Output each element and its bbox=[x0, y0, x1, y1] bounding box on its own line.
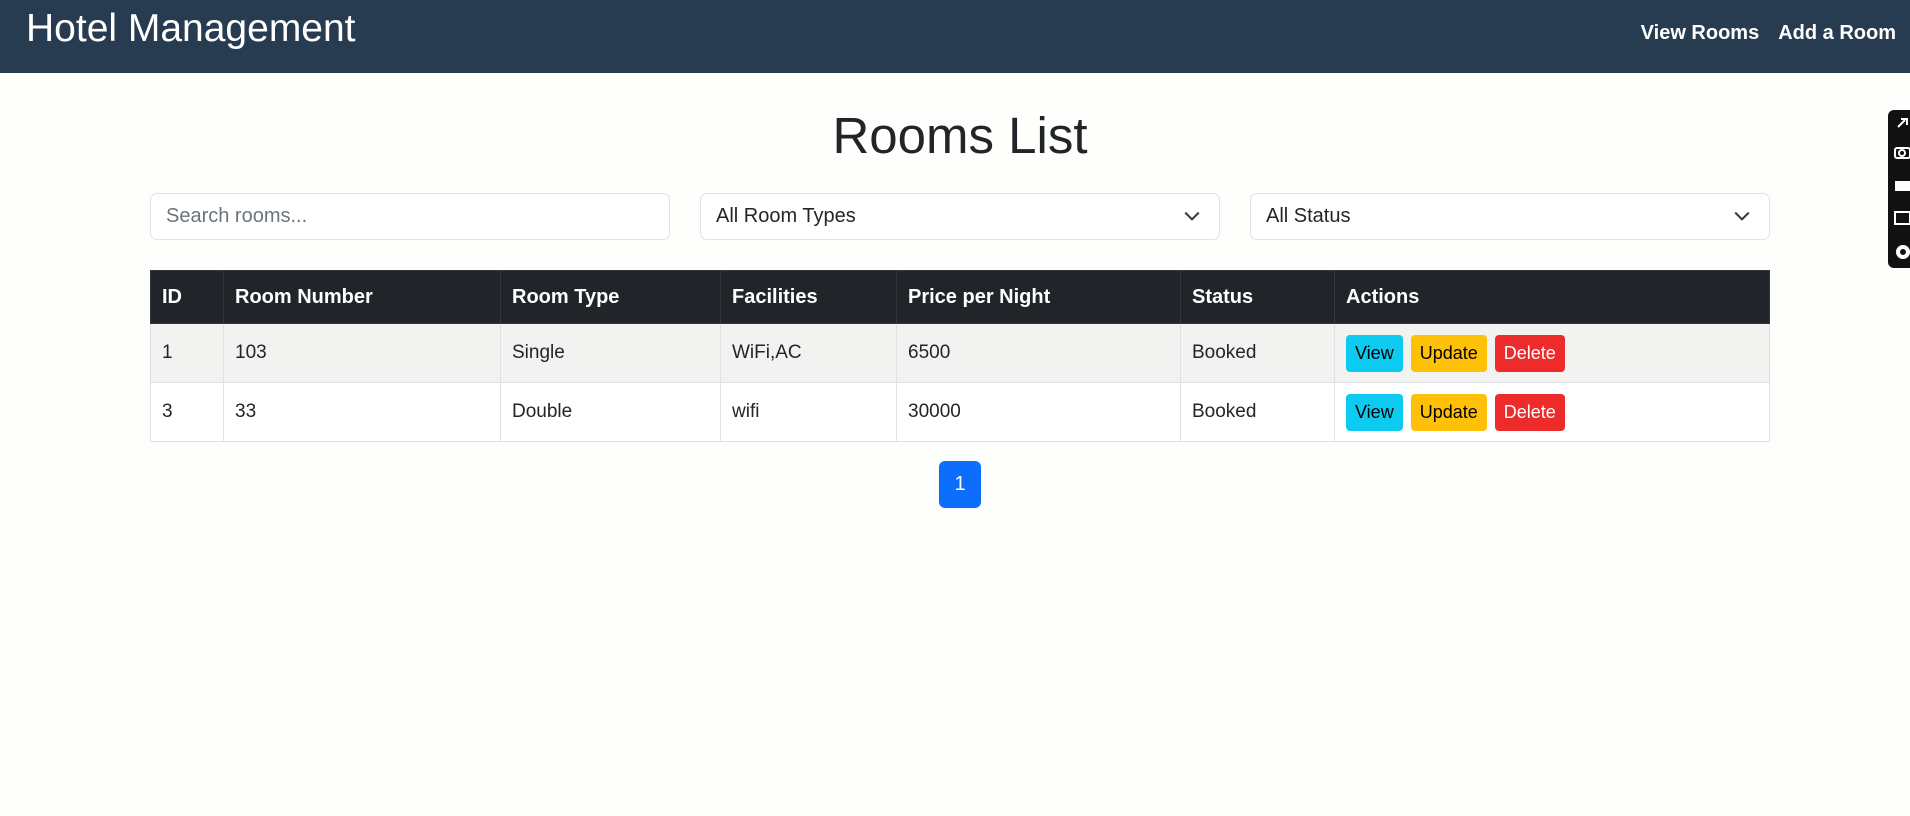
header-room-type: Room Type bbox=[500, 270, 721, 324]
link-icon[interactable] bbox=[1894, 116, 1910, 132]
view-button[interactable]: View bbox=[1346, 334, 1403, 372]
header-status: Status bbox=[1180, 270, 1335, 324]
status-select-value: All Status bbox=[1266, 205, 1351, 227]
nav-add-room[interactable]: Add a Room bbox=[1778, 21, 1896, 45]
brand-title[interactable]: Hotel Management bbox=[26, 7, 356, 51]
header-price: Price per Night bbox=[896, 270, 1181, 324]
room-type-select-value: All Room Types bbox=[716, 205, 856, 227]
cell-actions: View Update Delete bbox=[1334, 323, 1770, 383]
cell-room-number: 103 bbox=[223, 323, 501, 383]
cell-price: 6500 bbox=[896, 323, 1181, 383]
table-row: 3 33 Double wifi 30000 Booked View Update… bbox=[150, 382, 1770, 442]
view-button[interactable]: View bbox=[1346, 393, 1403, 431]
header-facilities: Facilities bbox=[720, 270, 897, 324]
status-select[interactable]: All Status bbox=[1250, 193, 1770, 240]
table-header-row: ID Room Number Room Type Facilities Pric… bbox=[150, 270, 1770, 324]
delete-button[interactable]: Delete bbox=[1494, 393, 1565, 431]
header-actions: Actions bbox=[1334, 270, 1770, 324]
cell-room-number: 33 bbox=[223, 382, 501, 442]
nav-links: View Rooms Add a Room bbox=[1641, 21, 1896, 45]
cell-price: 30000 bbox=[896, 382, 1181, 442]
navbar: Hotel Management View Rooms Add a Room bbox=[0, 0, 1910, 73]
cell-status: Booked bbox=[1180, 323, 1335, 383]
header-room-number: Room Number bbox=[223, 270, 501, 324]
update-button[interactable]: Update bbox=[1410, 334, 1487, 372]
cell-actions: View Update Delete bbox=[1334, 382, 1770, 442]
cell-facilities: WiFi,AC bbox=[720, 323, 897, 383]
window-icon[interactable] bbox=[1894, 210, 1910, 226]
delete-button[interactable]: Delete bbox=[1494, 334, 1565, 372]
cell-room-type: Single bbox=[500, 323, 721, 383]
camera-icon[interactable] bbox=[1894, 144, 1910, 160]
search-placeholder: Search rooms... bbox=[166, 205, 308, 227]
chevron-down-icon bbox=[1184, 211, 1200, 221]
room-type-select[interactable]: All Room Types bbox=[700, 193, 1220, 240]
cell-status: Booked bbox=[1180, 382, 1335, 442]
pagination-page-1[interactable]: 1 bbox=[939, 461, 981, 508]
chevron-down-icon bbox=[1734, 211, 1750, 221]
table-row: 1 103 Single WiFi,AC 6500 Booked View Upd… bbox=[150, 323, 1770, 383]
filters-bar: Search rooms... All Room Types All Statu… bbox=[150, 193, 1770, 240]
rectangle-icon[interactable] bbox=[1894, 178, 1910, 194]
header-id: ID bbox=[150, 270, 224, 324]
cell-room-type: Double bbox=[500, 382, 721, 442]
update-button[interactable]: Update bbox=[1410, 393, 1487, 431]
rooms-table: ID Room Number Room Type Facilities Pric… bbox=[150, 270, 1770, 442]
nav-view-rooms[interactable]: View Rooms bbox=[1641, 21, 1760, 45]
page-title: Rooms List bbox=[832, 107, 1088, 164]
side-toolbar-widget bbox=[1888, 110, 1910, 268]
search-input[interactable]: Search rooms... bbox=[150, 193, 670, 240]
cell-facilities: wifi bbox=[720, 382, 897, 442]
cell-id: 3 bbox=[150, 382, 224, 442]
gear-icon[interactable] bbox=[1894, 244, 1910, 260]
cell-id: 1 bbox=[150, 323, 224, 383]
